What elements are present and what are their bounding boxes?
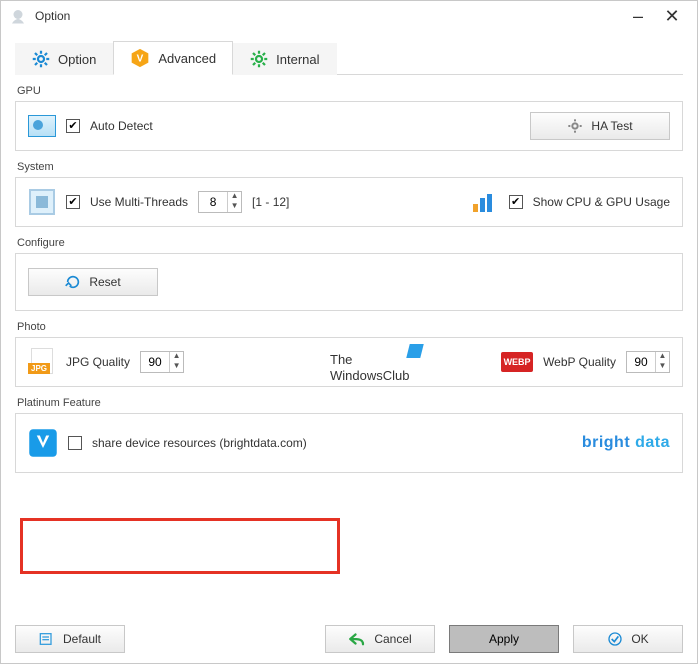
document-icon xyxy=(39,632,55,646)
footer: Default Cancel Apply OK xyxy=(1,615,697,663)
chart-icon xyxy=(471,188,499,216)
tab-advanced-label: Advanced xyxy=(158,51,216,66)
ha-test-button[interactable]: HA Test xyxy=(530,112,670,140)
windowsclub-watermark: The WindowsClub xyxy=(330,352,409,383)
svg-text:V: V xyxy=(137,53,144,64)
tab-bar: Option V Advanced Internal xyxy=(15,39,683,75)
gpu-panel: Auto Detect HA Test xyxy=(15,101,683,151)
platinum-section-label: Platinum Feature xyxy=(17,397,681,409)
ok-button[interactable]: OK xyxy=(573,625,683,653)
titlebar: Option – ✕ xyxy=(1,1,697,31)
auto-detect-checkbox[interactable] xyxy=(66,119,80,133)
default-label: Default xyxy=(63,632,101,646)
check-circle-icon xyxy=(607,631,623,647)
share-resources-label: share device resources (brightdata.com) xyxy=(92,436,307,450)
show-cpu-gpu-checkbox[interactable] xyxy=(509,195,523,209)
multi-threads-label: Use Multi-Threads xyxy=(90,195,188,209)
gear-icon xyxy=(32,50,50,68)
platinum-panel: share device resources (brightdata.com) … xyxy=(15,413,683,473)
back-arrow-icon xyxy=(348,632,366,646)
gear-icon xyxy=(567,118,583,134)
tab-advanced[interactable]: V Advanced xyxy=(113,41,233,75)
configure-panel: Reset xyxy=(15,253,683,311)
multi-threads-checkbox[interactable] xyxy=(66,195,80,209)
reset-button[interactable]: Reset xyxy=(28,268,158,296)
close-button[interactable]: ✕ xyxy=(655,1,689,31)
reset-label: Reset xyxy=(89,275,120,289)
gpu-icon xyxy=(28,112,56,140)
threads-value[interactable] xyxy=(199,192,227,212)
hexagon-v-blue-icon xyxy=(28,428,58,458)
webp-quality-label: WebP Quality xyxy=(543,355,616,369)
jpg-quality-value[interactable] xyxy=(141,352,169,372)
webp-quality-stepper[interactable]: ▲▼ xyxy=(626,351,670,373)
jpg-icon: JPG xyxy=(28,348,56,376)
photo-section-label: Photo xyxy=(17,321,681,333)
webp-quality-value[interactable] xyxy=(627,352,655,372)
auto-detect-label: Auto Detect xyxy=(90,119,153,133)
brightdata-logo: bright data xyxy=(582,434,670,452)
apply-button[interactable]: Apply xyxy=(449,625,559,653)
minimize-button[interactable]: – xyxy=(621,1,655,31)
cancel-button[interactable]: Cancel xyxy=(325,625,435,653)
gpu-section-label: GPU xyxy=(17,85,681,97)
window-title: Option xyxy=(35,9,70,23)
cancel-label: Cancel xyxy=(374,632,411,646)
system-panel: Use Multi-Threads ▲▼ [1 - 12] Show CPU &… xyxy=(15,177,683,227)
gear-green-icon xyxy=(250,50,268,68)
highlight-annotation xyxy=(20,518,340,574)
show-cpu-gpu-label: Show CPU & GPU Usage xyxy=(533,195,670,209)
apply-label: Apply xyxy=(489,632,519,646)
tab-internal[interactable]: Internal xyxy=(233,43,336,75)
webp-icon: WEBP xyxy=(501,352,533,372)
jpg-quality-stepper[interactable]: ▲▼ xyxy=(140,351,184,373)
ok-label: OK xyxy=(631,632,648,646)
default-button[interactable]: Default xyxy=(15,625,125,653)
tab-internal-label: Internal xyxy=(276,52,319,67)
ha-test-label: HA Test xyxy=(591,119,632,133)
share-resources-checkbox[interactable] xyxy=(68,436,82,450)
down-arrow-icon[interactable]: ▼ xyxy=(656,362,669,372)
tab-option-label: Option xyxy=(58,52,96,67)
refresh-icon xyxy=(65,274,81,290)
tab-option[interactable]: Option xyxy=(15,43,113,75)
down-arrow-icon[interactable]: ▼ xyxy=(228,202,241,212)
configure-section-label: Configure xyxy=(17,237,681,249)
threads-stepper[interactable]: ▲▼ xyxy=(198,191,242,213)
system-section-label: System xyxy=(17,161,681,173)
jpg-quality-label: JPG Quality xyxy=(66,355,130,369)
app-icon xyxy=(9,7,27,25)
threads-range: [1 - 12] xyxy=(252,195,289,209)
down-arrow-icon[interactable]: ▼ xyxy=(170,362,183,372)
cpu-icon xyxy=(28,188,56,216)
hexagon-v-icon: V xyxy=(130,48,150,68)
